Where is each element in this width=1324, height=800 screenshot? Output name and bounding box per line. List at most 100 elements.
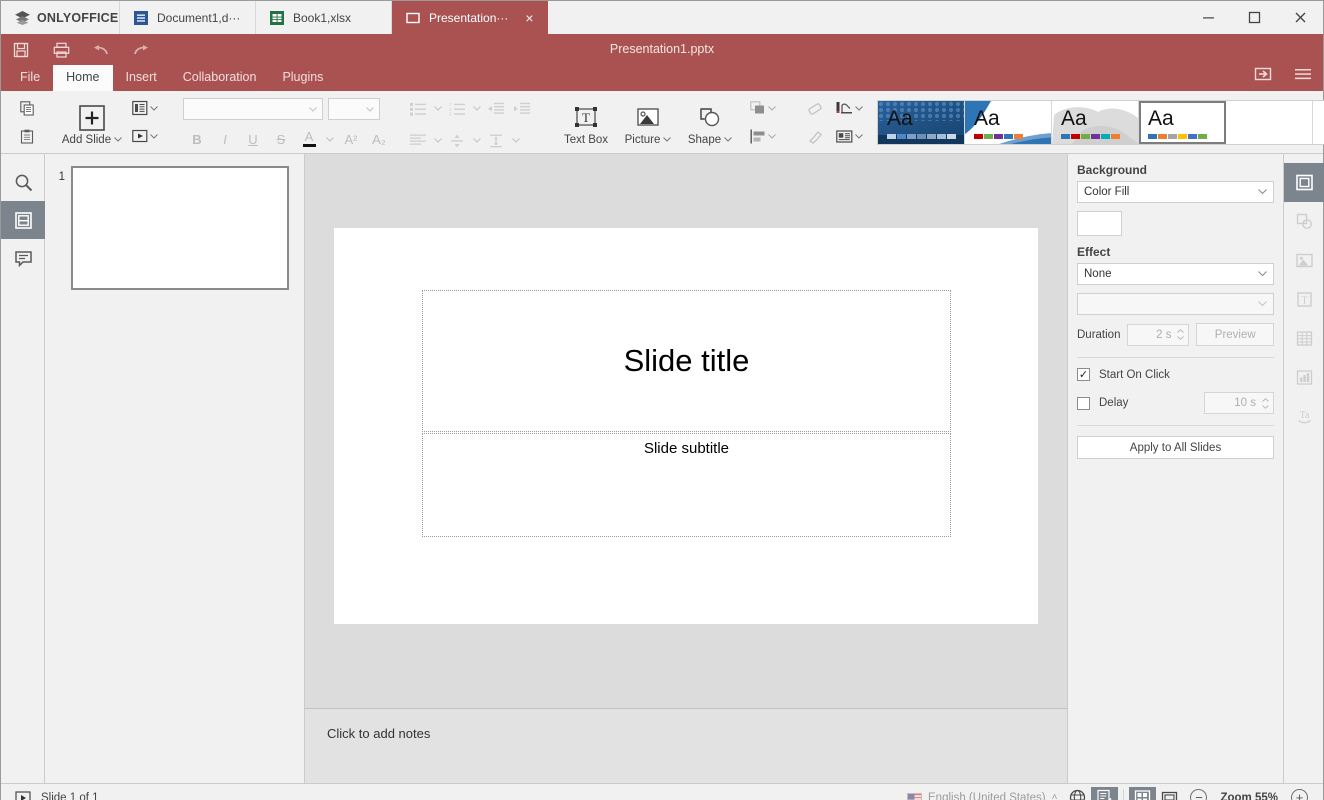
normal-view-button[interactable]	[1129, 787, 1156, 800]
slides-panel-button[interactable]	[1, 201, 45, 239]
chart-settings-button[interactable]	[1284, 358, 1324, 397]
strikethrough-button[interactable]: S	[267, 127, 295, 151]
horizontal-align-dropdown[interactable]	[431, 128, 444, 153]
preview-button[interactable]: Preview	[1196, 323, 1274, 346]
maximize-button[interactable]	[1231, 1, 1277, 34]
subscript-button[interactable]: A₂	[365, 127, 393, 151]
menu-tab-insert[interactable]: Insert	[113, 65, 170, 91]
slide-surface[interactable]: Slide title Slide subtitle	[334, 228, 1038, 624]
background-color-swatch[interactable]	[1077, 211, 1122, 236]
vertical-align-dropdown[interactable]	[470, 128, 483, 153]
theme-gallery-expand-button[interactable]	[1313, 101, 1324, 144]
menu-tab-plugins[interactable]: Plugins	[269, 65, 336, 91]
fit-slide-button[interactable]	[1156, 787, 1183, 800]
subtitle-placeholder[interactable]: Slide subtitle	[422, 433, 951, 537]
theme-dotted-blue[interactable]: Aa	[878, 101, 965, 144]
highlighter-icon[interactable]	[801, 123, 829, 149]
shape-button[interactable]: Shape	[679, 99, 741, 146]
change-slide-layout-button[interactable]	[127, 95, 163, 121]
comments-button[interactable]	[1, 239, 45, 277]
zoom-in-button[interactable]: +	[1284, 785, 1315, 800]
slide-thumbnails-panel[interactable]: 1	[45, 154, 305, 783]
font-name-input[interactable]	[183, 98, 323, 120]
image-settings-button[interactable]	[1284, 241, 1324, 280]
hamburger-menu-icon[interactable]	[1283, 57, 1323, 91]
delay-row[interactable]: Delay 10 s	[1077, 392, 1274, 414]
start-on-click-row[interactable]: ✓ Start On Click	[1077, 368, 1274, 381]
increase-indent-button[interactable]	[509, 96, 535, 121]
italic-button[interactable]: I	[211, 127, 239, 151]
picture-button[interactable]: Picture	[617, 99, 679, 146]
set-document-language-button[interactable]	[1064, 787, 1091, 800]
font-size-input[interactable]	[328, 98, 380, 120]
undo-icon[interactable]	[81, 34, 121, 65]
doc-tab-book1[interactable]: Book1,xlsx	[256, 1, 392, 34]
theme-wave-blue[interactable]: Aa	[965, 101, 1052, 144]
align-shape-button[interactable]	[745, 123, 781, 149]
zoom-out-button[interactable]: −	[1183, 785, 1214, 800]
theme-grey-cloud[interactable]: Aa	[1052, 101, 1139, 144]
table-settings-button[interactable]	[1284, 319, 1324, 358]
delay-checkbox[interactable]	[1077, 397, 1090, 410]
font-color-dropdown[interactable]	[323, 127, 337, 151]
print-icon[interactable]	[41, 34, 81, 65]
zoom-level-label[interactable]: Zoom 55%	[1214, 792, 1284, 800]
doc-tab-document1[interactable]: Document1,d···	[120, 1, 256, 34]
horizontal-align-button[interactable]	[405, 128, 431, 153]
add-slide-button[interactable]: Add Slide	[61, 99, 123, 146]
color-scheme-button[interactable]	[831, 95, 867, 121]
duration-stepper[interactable]: 2 s	[1127, 324, 1189, 346]
effect-select[interactable]: None	[1077, 263, 1274, 285]
menu-tab-file[interactable]: File	[7, 65, 53, 91]
menu-tab-collaboration[interactable]: Collaboration	[170, 65, 270, 91]
paste-icon[interactable]	[13, 123, 41, 149]
close-button[interactable]	[1277, 1, 1323, 34]
text-settings-button[interactable]: T	[1284, 280, 1324, 319]
stepper-arrows-icon[interactable]	[1175, 329, 1188, 340]
start-slideshow-status-button[interactable]	[9, 790, 37, 800]
theme-blank-white[interactable]: Aa	[1139, 101, 1226, 144]
thumbnail-preview[interactable]	[71, 166, 289, 290]
close-icon[interactable]: ×	[517, 11, 533, 25]
superscript-button[interactable]: A²	[337, 127, 365, 151]
text-box-button[interactable]: T Text Box	[555, 99, 617, 146]
language-selector[interactable]: English (United States) ˄	[900, 785, 1064, 800]
doc-tab-presentation1[interactable]: Presentation··· ×	[392, 1, 548, 34]
bold-button[interactable]: B	[183, 127, 211, 151]
delay-stepper[interactable]: 10 s	[1204, 392, 1274, 414]
open-file-location-icon[interactable]	[1243, 57, 1283, 91]
menu-tab-home[interactable]: Home	[53, 65, 112, 91]
spellcheck-button[interactable]	[1091, 787, 1118, 800]
numbering-button[interactable]: 1 2 3	[444, 96, 470, 121]
bullets-button[interactable]	[405, 96, 431, 121]
line-spacing-dropdown[interactable]	[509, 128, 522, 153]
bullets-dropdown[interactable]	[431, 96, 444, 121]
apply-to-all-slides-button[interactable]: Apply to All Slides	[1077, 436, 1274, 459]
effect-variant-select[interactable]	[1077, 293, 1274, 315]
line-spacing-button[interactable]	[483, 128, 509, 153]
decrease-indent-button[interactable]	[483, 96, 509, 121]
title-placeholder[interactable]: Slide title	[422, 290, 951, 432]
copy-icon[interactable]	[13, 95, 41, 121]
slide-settings-button[interactable]	[1284, 163, 1324, 202]
background-fill-select[interactable]: Color Fill	[1077, 181, 1274, 203]
save-icon[interactable]	[1, 34, 41, 65]
slide-canvas-area[interactable]: Slide title Slide subtitle	[305, 154, 1067, 708]
thumbnails-scrollbar[interactable]	[295, 154, 304, 783]
minimize-button[interactable]	[1185, 1, 1231, 34]
arrange-shape-button[interactable]	[745, 95, 781, 121]
redo-icon[interactable]	[121, 34, 161, 65]
underline-button[interactable]: U	[239, 127, 267, 151]
notes-pane[interactable]: Click to add notes	[305, 708, 1067, 783]
start-slideshow-button[interactable]	[127, 123, 163, 149]
vertical-align-button[interactable]	[444, 128, 470, 153]
thumbnail-item[interactable]: 1	[45, 166, 304, 290]
text-art-settings-button[interactable]: Ta	[1284, 397, 1324, 436]
font-color-button[interactable]: A	[295, 127, 323, 151]
numbering-dropdown[interactable]	[470, 96, 483, 121]
slide-size-button[interactable]	[831, 123, 867, 149]
start-on-click-checkbox[interactable]: ✓	[1077, 368, 1090, 381]
shape-settings-button[interactable]	[1284, 202, 1324, 241]
eraser-icon[interactable]	[801, 95, 829, 121]
search-button[interactable]	[1, 163, 45, 201]
